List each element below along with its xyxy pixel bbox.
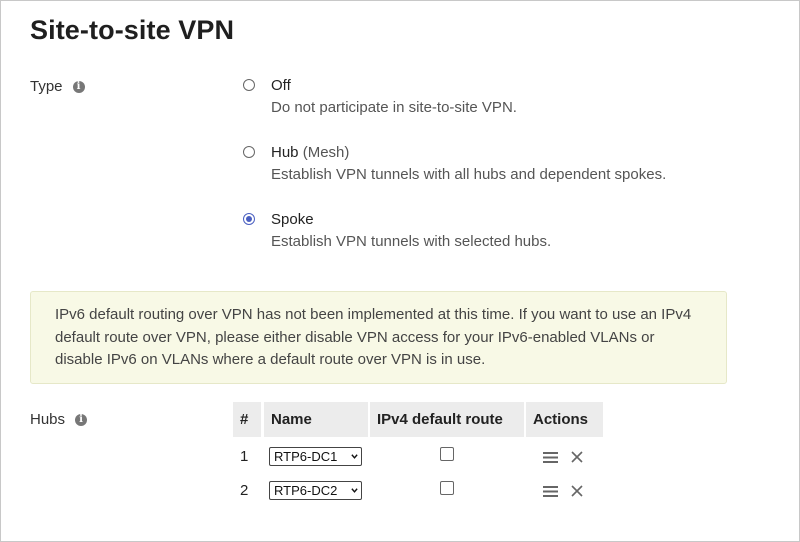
type-label: Type <box>30 78 63 95</box>
radio-hub-label[interactable]: Hub <box>271 144 299 161</box>
close-icon[interactable] <box>571 485 583 497</box>
radio-spoke-description: Establish VPN tunnels with selected hubs… <box>271 233 552 250</box>
radio-off-label[interactable]: Off <box>271 77 291 94</box>
page-title: Site-to-site VPN <box>30 15 235 45</box>
hub-name-value: RTP6-DC1 <box>274 449 338 464</box>
radio-hub-description: Establish VPN tunnels with all hubs and … <box>271 166 667 183</box>
drag-handle-icon[interactable] <box>543 452 558 463</box>
ipv6-warning-alert: IPv6 default routing over VPN has not be… <box>30 291 727 384</box>
column-header-actions: Actions <box>526 402 603 437</box>
hub-name-select[interactable]: RTP6-DC2 <box>269 481 362 500</box>
column-header-name: Name <box>264 402 368 437</box>
column-header-number: # <box>233 402 261 437</box>
hub-name-select[interactable]: RTP6-DC1 <box>269 447 362 466</box>
radio-hub[interactable] <box>243 146 255 158</box>
ipv4-default-route-checkbox[interactable] <box>440 447 454 461</box>
hubs-label: Hubs <box>30 411 66 428</box>
column-header-ipv4-default-route: IPv4 default route <box>370 402 524 437</box>
info-icon[interactable]: i <box>72 80 85 93</box>
drag-handle-icon[interactable] <box>543 486 558 497</box>
hub-name-value: RTP6-DC2 <box>274 483 338 498</box>
chevron-down-icon <box>351 454 358 459</box>
row-number: 1 <box>240 448 249 465</box>
radio-spoke[interactable] <box>243 213 255 225</box>
hubs-label-group: Hubs i <box>30 411 88 428</box>
radio-hub-label-suffix: (Mesh) <box>302 144 350 161</box>
close-icon[interactable] <box>571 451 583 463</box>
ipv4-default-route-checkbox[interactable] <box>440 481 454 495</box>
info-icon[interactable]: i <box>75 413 88 426</box>
radio-spoke-label[interactable]: Spoke <box>271 211 314 228</box>
row-number: 2 <box>240 482 249 499</box>
radio-hub-label-group[interactable]: Hub (Mesh) <box>271 144 349 161</box>
chevron-down-icon <box>351 488 358 493</box>
type-label-group: Type i <box>30 78 85 95</box>
radio-off[interactable] <box>243 79 255 91</box>
radio-off-description: Do not participate in site-to-site VPN. <box>271 99 517 116</box>
